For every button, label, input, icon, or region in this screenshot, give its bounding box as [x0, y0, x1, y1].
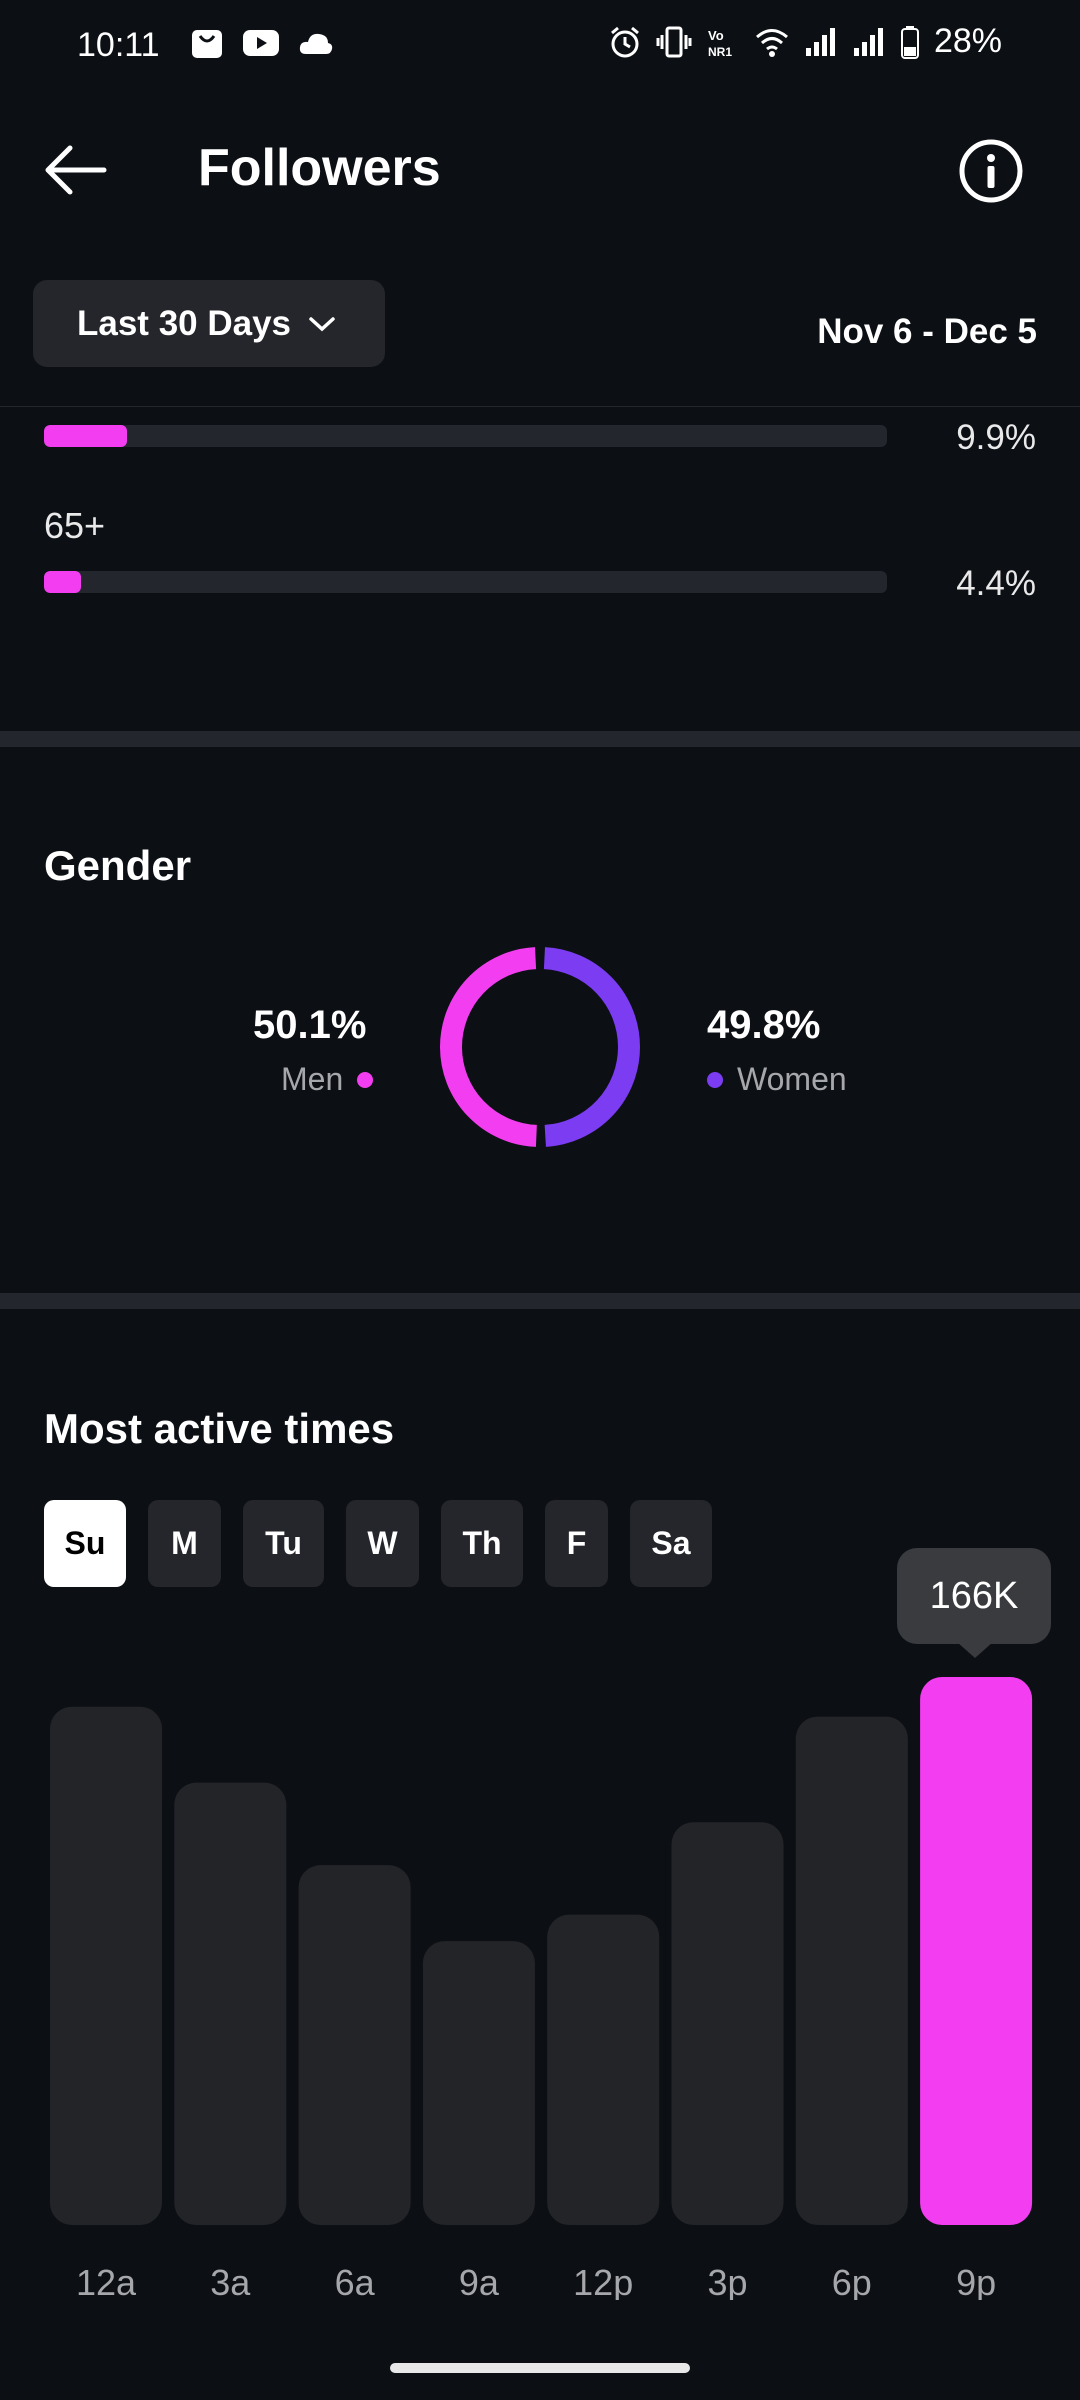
age-bar-fill [44, 571, 82, 593]
chart-bar[interactable] [671, 1822, 784, 2225]
age-percent: 4.4% [956, 564, 1036, 603]
status-left-icons [190, 26, 334, 60]
chart-bar[interactable] [298, 1865, 411, 2225]
battery-percent: 28% [933, 22, 1002, 60]
age-bar-fill [44, 425, 128, 447]
status-right-icons: Vo NR1 28% [608, 22, 1002, 61]
shopping-bag-icon [192, 30, 222, 58]
men-dot [357, 1071, 374, 1088]
cloud-icon [299, 33, 333, 54]
age-bar-track [44, 425, 887, 447]
signal-icon [805, 27, 835, 56]
men-percent: 50.1% [253, 1003, 367, 1047]
gender-donut-chart [440, 947, 640, 1147]
women-label: Women [737, 1061, 847, 1097]
gender-title: Gender [44, 842, 192, 889]
info-icon [959, 139, 1023, 203]
youtube-icon [243, 30, 279, 56]
svg-text:NR1: NR1 [708, 45, 732, 59]
active-times-title: Most active times [44, 1405, 395, 1452]
alarm-icon [610, 26, 639, 57]
date-range-dropdown[interactable]: Last 30 Days [33, 280, 385, 367]
page-title: Followers [198, 139, 441, 197]
chart-tick-label: 9p [956, 2262, 996, 2300]
section-divider [0, 731, 1080, 747]
status-time: 10:11 [77, 26, 160, 64]
volte-icon: Vo NR1 [708, 28, 732, 59]
age-bar-track [44, 571, 887, 593]
back-button[interactable] [40, 140, 120, 200]
donut-segment-women [543, 947, 640, 1147]
wifi-icon [755, 28, 788, 57]
chart-tick-label: 3a [210, 2262, 251, 2300]
home-indicator[interactable] [390, 2363, 690, 2373]
signal-icon [853, 27, 883, 56]
women-legend: Women [707, 1061, 847, 1098]
chevron-down-icon [309, 316, 335, 331]
chart-bar[interactable] [174, 1782, 287, 2225]
section-divider [0, 1293, 1080, 1309]
info-button[interactable] [958, 138, 1024, 204]
date-range-label: Last 30 Days [77, 303, 292, 343]
chart-tick-label: 6p [832, 2262, 872, 2300]
chart-bar[interactable] [50, 1706, 162, 2225]
women-dot [707, 1071, 723, 1088]
header-divider [0, 406, 1080, 407]
chart-bar[interactable] [920, 1677, 1033, 2225]
women-percent: 49.8% [707, 1003, 821, 1047]
back-arrow-icon [45, 145, 107, 195]
donut-segment-men [440, 947, 538, 1147]
chart-tick-label: 12a [76, 2262, 137, 2300]
chart-bar[interactable] [795, 1716, 908, 2225]
date-range-text: Nov 6 - Dec 5 [817, 312, 1037, 351]
vibrate-icon [656, 26, 692, 57]
chart-tick-label: 6a [335, 2262, 376, 2300]
svg-text:Vo: Vo [708, 28, 724, 43]
age-label: 65+ [44, 505, 106, 546]
chart-tick-label: 12p [573, 2262, 633, 2300]
active-times-chart: 12a 3a 6a 9a 12p 3p 6p 9p [50, 1677, 1033, 2300]
chart-bar[interactable] [422, 1941, 535, 2225]
tooltip-arrow [957, 1642, 993, 1658]
men-label: Men [281, 1061, 344, 1097]
bar-tooltip: 166K [897, 1548, 1051, 1644]
men-legend: Men [281, 1061, 374, 1098]
age-percent: 9.9% [956, 418, 1036, 457]
chart-tick-label: 9a [459, 2262, 500, 2300]
chart-tick-label: 3p [707, 2262, 747, 2300]
battery-icon [900, 25, 919, 59]
chart-bar[interactable] [547, 1914, 660, 2225]
